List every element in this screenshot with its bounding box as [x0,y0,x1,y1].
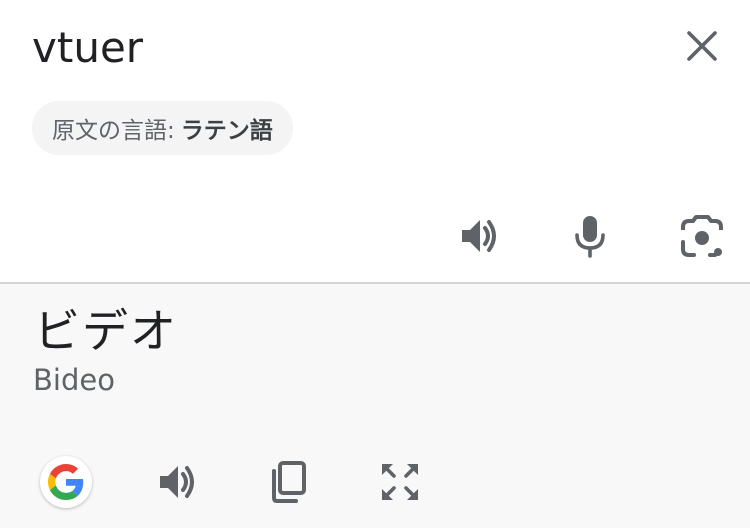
clear-button[interactable] [680,24,724,68]
detected-language-label: 原文の言語: [52,118,175,144]
fullscreen-icon [382,464,418,500]
google-search-button[interactable] [40,456,92,508]
voice-input-button[interactable] [560,206,620,266]
close-icon [687,31,717,61]
fullscreen-button[interactable] [370,452,430,512]
detected-language-name: ラテン語 [180,118,273,144]
detected-language-chip[interactable]: 原文の言語: ラテン語 [32,101,293,155]
transliteration-text: Bideo [33,363,115,397]
copy-button[interactable] [258,452,318,512]
target-listen-button[interactable] [146,452,206,512]
camera-translate-button[interactable] [672,206,732,266]
source-text[interactable]: vtuer [32,22,143,74]
google-logo-icon [48,464,84,500]
target-panel: ビデオ Bideo [0,284,750,528]
source-panel: vtuer 原文の言語: ラテン語 [0,0,750,282]
camera-lens-icon [681,215,723,257]
speaker-icon [160,466,194,498]
microphone-icon [575,216,605,258]
source-listen-button[interactable] [448,206,508,266]
speaker-icon [462,220,496,252]
translation-text: ビデオ [34,304,178,358]
copy-icon [272,461,306,503]
